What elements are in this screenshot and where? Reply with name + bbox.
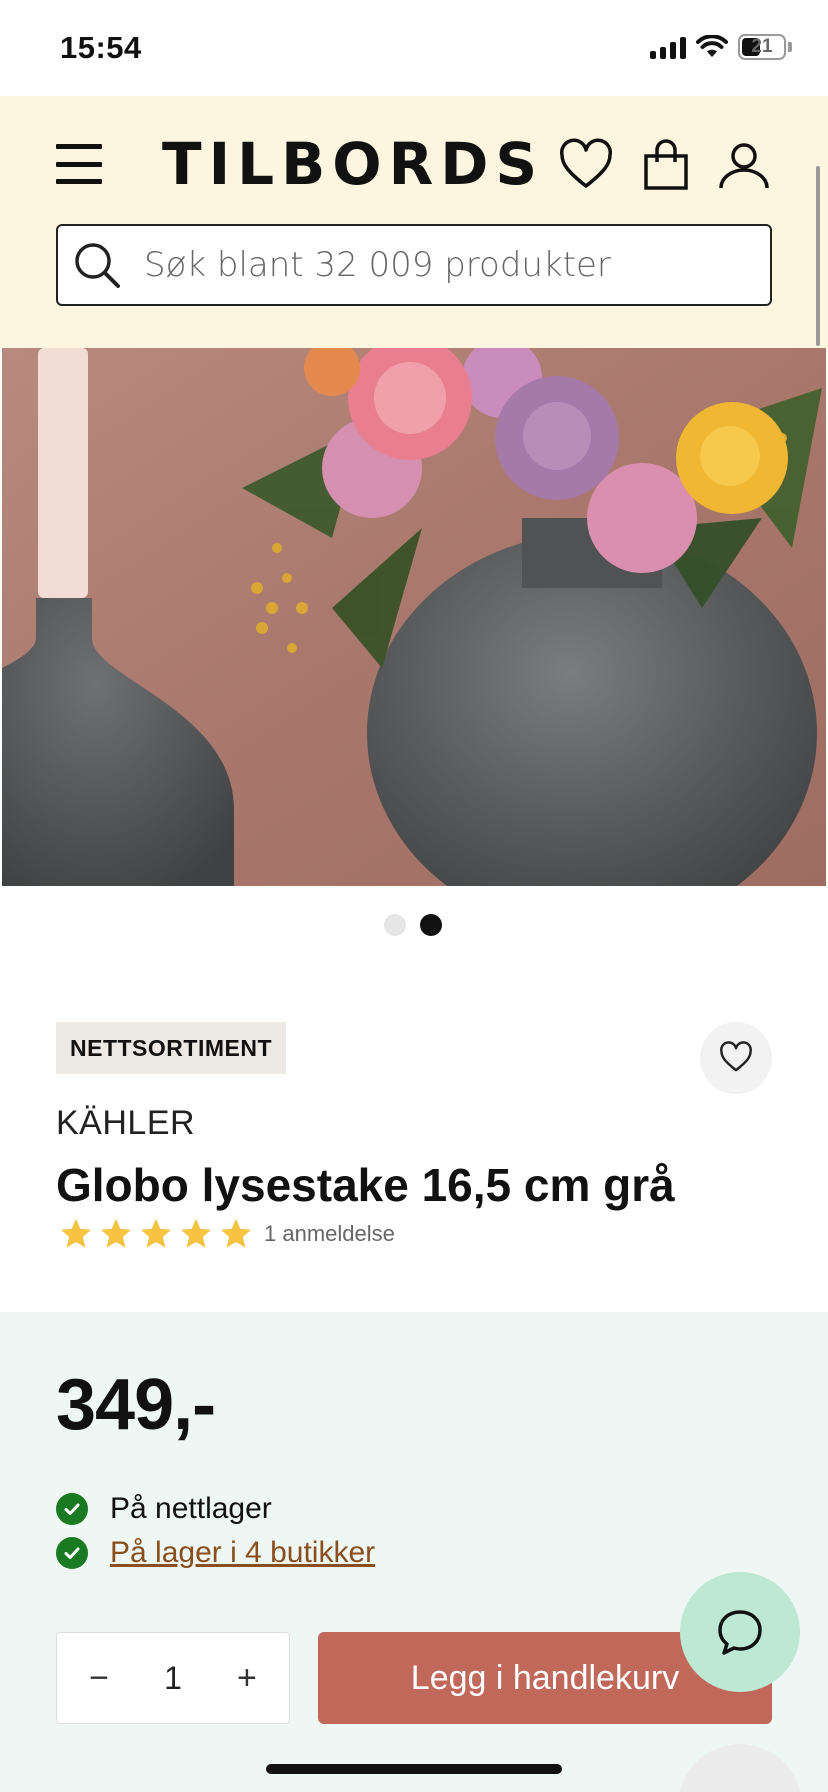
heart-icon[interactable] bbox=[558, 138, 614, 194]
checkmark-icon bbox=[56, 1537, 88, 1569]
assortment-badge: NETTSORTIMENT bbox=[56, 1022, 286, 1074]
search-icon bbox=[75, 243, 120, 288]
status-bar: 15:54 21 bbox=[0, 0, 828, 96]
product-price: 349,- bbox=[56, 1365, 216, 1445]
increase-quantity-button[interactable]: + bbox=[229, 1659, 265, 1698]
product-rating[interactable]: 1 anmeldelse bbox=[58, 1216, 395, 1252]
product-title: Globo lysestake 16,5 cm grå bbox=[56, 1159, 675, 1211]
carousel-dot-2[interactable] bbox=[420, 914, 442, 936]
wifi-icon bbox=[696, 35, 728, 57]
add-to-favorites-button[interactable] bbox=[700, 1022, 772, 1094]
carousel-dot-1[interactable] bbox=[384, 914, 406, 936]
heart-icon bbox=[720, 1041, 752, 1072]
status-icons: 21 bbox=[650, 34, 792, 60]
battery-icon: 21 bbox=[738, 34, 792, 60]
purchase-panel: 349,- På nettlager På lager i 4 butikker… bbox=[0, 1312, 828, 1792]
stock-stores: På lager i 4 butikker bbox=[56, 1536, 375, 1570]
chat-bubble-icon bbox=[718, 1610, 762, 1655]
stock-online: På nettlager bbox=[56, 1492, 272, 1526]
decrease-quantity-button[interactable]: − bbox=[81, 1659, 117, 1698]
product-brand[interactable]: KÄHLER bbox=[56, 1104, 195, 1143]
menu-icon[interactable] bbox=[56, 144, 102, 184]
status-time: 15:54 bbox=[60, 30, 142, 65]
star-icon bbox=[101, 1219, 131, 1248]
star-icon bbox=[181, 1219, 211, 1248]
page-scrollbar[interactable] bbox=[816, 166, 820, 346]
checkmark-icon bbox=[56, 1493, 88, 1525]
quantity-stepper: − 1 + bbox=[56, 1632, 290, 1724]
home-indicator bbox=[266, 1764, 562, 1774]
product-image[interactable] bbox=[2, 348, 826, 886]
stock-online-label: På nettlager bbox=[110, 1492, 272, 1525]
search-box[interactable] bbox=[56, 224, 772, 306]
star-icon bbox=[221, 1219, 251, 1248]
quantity-value[interactable]: 1 bbox=[164, 1660, 182, 1697]
chat-button[interactable] bbox=[680, 1572, 800, 1692]
battery-level: 21 bbox=[751, 36, 773, 57]
shopping-bag-icon[interactable] bbox=[638, 138, 694, 194]
star-icon bbox=[141, 1219, 171, 1248]
review-count[interactable]: 1 anmeldelse bbox=[264, 1221, 395, 1247]
site-header: TILBORDS bbox=[0, 96, 828, 348]
stock-stores-link[interactable]: På lager i 4 butikker bbox=[110, 1536, 375, 1570]
scroll-to-top-button[interactable] bbox=[678, 1744, 802, 1792]
star-icon bbox=[61, 1219, 91, 1248]
site-logo[interactable]: TILBORDS bbox=[162, 130, 544, 198]
image-carousel-dots bbox=[384, 914, 442, 936]
search-input[interactable] bbox=[144, 226, 744, 304]
cellular-signal-icon bbox=[650, 35, 686, 59]
user-icon[interactable] bbox=[716, 138, 772, 194]
